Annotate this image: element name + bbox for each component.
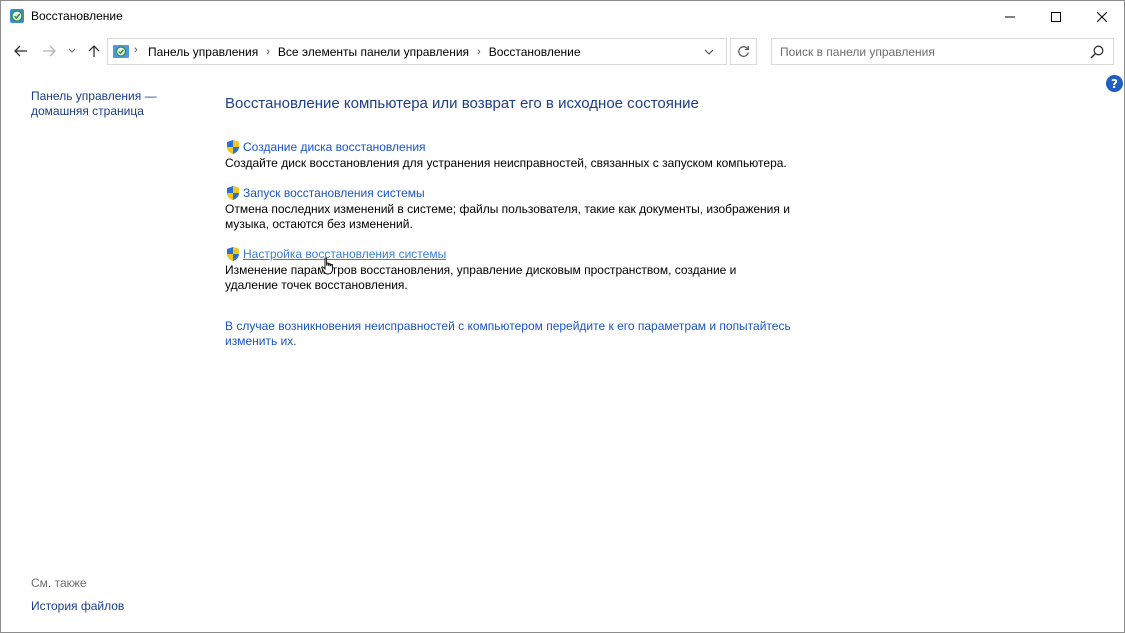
task-open-system-restore: Запуск восстановления системы Отмена пос…: [225, 185, 805, 232]
file-history-link[interactable]: История файлов: [31, 599, 124, 613]
forward-button[interactable]: [38, 40, 60, 62]
recovery-window: Восстановление › Панель управления › Все…: [0, 0, 1125, 633]
close-button[interactable]: [1079, 1, 1125, 32]
recovery-app-icon: [10, 9, 24, 23]
arrow-left-icon: [14, 45, 27, 57]
create-recovery-drive-link[interactable]: Создание диска восстановления: [243, 140, 426, 154]
refresh-icon: [738, 46, 749, 57]
uac-shield-icon: [227, 247, 239, 261]
back-button[interactable]: [10, 40, 32, 62]
maximize-button[interactable]: [1033, 1, 1079, 32]
close-icon: [1097, 11, 1107, 22]
search-input[interactable]: [772, 39, 1082, 64]
help-button[interactable]: ?: [1106, 75, 1123, 92]
navigation-bar: › Панель управления › Все элементы панел…: [1, 32, 1124, 72]
up-button[interactable]: [83, 40, 105, 62]
chevron-down-icon: [68, 48, 76, 53]
arrow-up-icon: [88, 45, 100, 57]
breadcrumb: Панель управления › Все элементы панели …: [148, 45, 581, 59]
uac-shield-icon: [227, 140, 239, 154]
uac-shield-icon: [227, 186, 239, 200]
control-panel-icon: [113, 45, 129, 58]
breadcrumb-separator-icon: ›: [477, 46, 481, 58]
address-dropdown-button[interactable]: [700, 44, 718, 60]
open-system-restore-link[interactable]: Запуск восстановления системы: [243, 186, 425, 200]
hand-cursor-icon: [321, 257, 333, 275]
title-bar: Восстановление: [1, 1, 1124, 32]
see-also-label: См. также: [31, 576, 87, 590]
search-box[interactable]: [771, 38, 1114, 65]
breadcrumb-separator-icon: ›: [134, 44, 138, 56]
task-configure-system-restore: Настройка восстановления системы Изменен…: [225, 246, 805, 293]
address-bar[interactable]: › Панель управления › Все элементы панел…: [107, 38, 727, 65]
task-description: Отмена последних изменений в системе; фа…: [225, 202, 790, 231]
maximize-icon: [1051, 11, 1061, 22]
minimize-button[interactable]: [987, 1, 1033, 32]
breadcrumb-all-items[interactable]: Все элементы панели управления: [278, 45, 469, 59]
window-title: Восстановление: [31, 9, 123, 23]
breadcrumb-recovery[interactable]: Восстановление: [489, 45, 581, 59]
search-icon[interactable]: [1089, 44, 1105, 60]
breadcrumb-separator-icon: ›: [266, 46, 270, 58]
task-description: Создайте диск восстановления для устране…: [225, 156, 787, 170]
breadcrumb-control-panel[interactable]: Панель управления: [148, 45, 258, 59]
control-panel-home-link[interactable]: Панель управления — домашняя страница: [31, 89, 201, 119]
page-title: Восстановление компьютера или возврат ег…: [225, 95, 699, 112]
minimize-icon: [1005, 16, 1015, 17]
reset-pc-settings-link[interactable]: В случае возникновения неисправностей с …: [225, 319, 805, 349]
configure-system-restore-link[interactable]: Настройка восстановления системы: [243, 247, 446, 261]
main-content: Восстановление компьютера или возврат ег…: [225, 95, 805, 349]
recent-locations-button[interactable]: [64, 40, 80, 62]
task-description: Изменение параметров восстановления, упр…: [225, 263, 737, 292]
chevron-down-icon: [704, 49, 714, 55]
arrow-right-icon: [43, 45, 56, 57]
task-create-recovery-drive: Создание диска восстановления Создайте д…: [225, 139, 805, 171]
refresh-button[interactable]: [730, 38, 757, 65]
left-pane: Панель управления — домашняя страница: [31, 89, 201, 119]
